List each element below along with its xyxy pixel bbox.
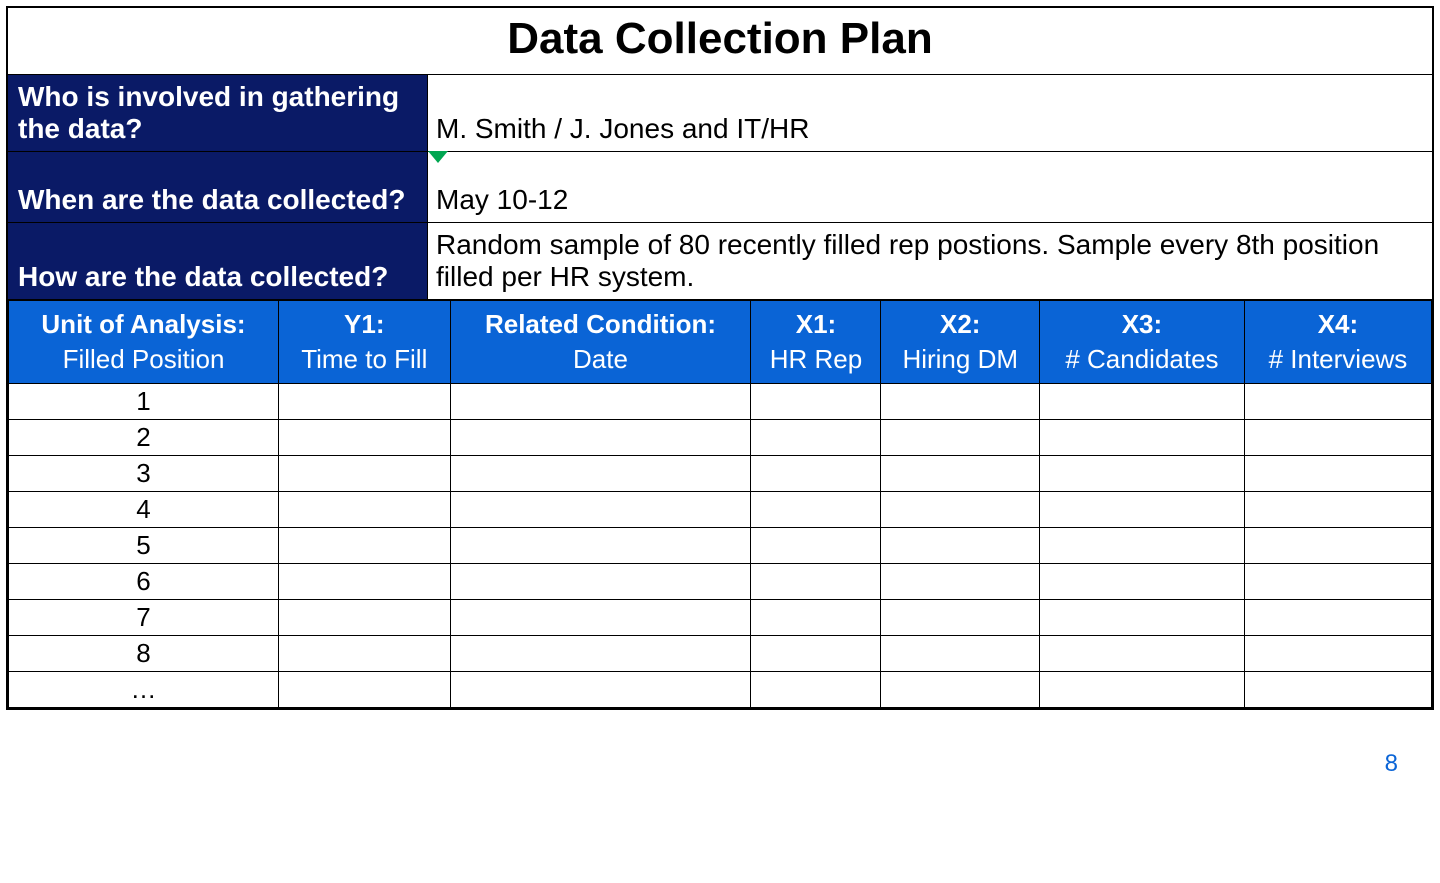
meta-row-how: How are the data collected? Random sampl… xyxy=(8,223,1432,300)
cell-empty xyxy=(279,528,451,564)
meta-row-when: When are the data collected? May 10-12 xyxy=(8,152,1432,223)
cell-empty xyxy=(450,528,751,564)
col-header-x2: X2:Hiring DM xyxy=(881,301,1040,384)
cell-empty xyxy=(279,420,451,456)
cell-empty xyxy=(751,384,881,420)
cell-empty xyxy=(279,636,451,672)
meta-label-who: Who is involved in gathering the data? xyxy=(8,75,428,151)
cell-empty xyxy=(881,384,1040,420)
col-header-condition: Related Condition:Date xyxy=(450,301,751,384)
meta-row-who: Who is involved in gathering the data? M… xyxy=(8,75,1432,152)
col-header-x3: X3:# Candidates xyxy=(1039,301,1244,384)
cell-empty xyxy=(450,564,751,600)
col-header-unit: Unit of Analysis:Filled Position xyxy=(9,301,279,384)
cell-empty xyxy=(881,600,1040,636)
cell-empty xyxy=(1244,528,1431,564)
cell-empty xyxy=(279,600,451,636)
table-row: 8 xyxy=(9,636,1432,672)
data-table: Unit of Analysis:Filled Position Y1:Time… xyxy=(8,300,1432,708)
cell-empty xyxy=(1039,600,1244,636)
cell-empty xyxy=(450,384,751,420)
cell-empty xyxy=(881,492,1040,528)
cell-empty xyxy=(1244,600,1431,636)
cell-empty xyxy=(450,456,751,492)
cell-empty xyxy=(450,420,751,456)
table-row: 2 xyxy=(9,420,1432,456)
cell-empty xyxy=(1039,636,1244,672)
page-number: 8 xyxy=(6,710,1434,788)
cell-empty xyxy=(450,492,751,528)
cell-empty xyxy=(1244,456,1431,492)
cell-empty xyxy=(881,456,1040,492)
cell-empty xyxy=(881,528,1040,564)
cell-empty xyxy=(1244,636,1431,672)
page-title: Data Collection Plan xyxy=(8,8,1432,75)
row-index: 8 xyxy=(9,636,279,672)
cell-empty xyxy=(279,564,451,600)
table-body: 12345678… xyxy=(9,384,1432,708)
meta-value-who: M. Smith / J. Jones and IT/HR xyxy=(428,75,1432,151)
cell-empty xyxy=(1039,564,1244,600)
cell-empty xyxy=(1244,492,1431,528)
col-header-x1: X1:HR Rep xyxy=(751,301,881,384)
meta-label-how: How are the data collected? xyxy=(8,223,428,299)
cell-indicator-icon xyxy=(428,151,448,163)
table-row: 4 xyxy=(9,492,1432,528)
cell-empty xyxy=(751,528,881,564)
cell-empty xyxy=(279,672,451,708)
meta-value-how: Random sample of 80 recently filled rep … xyxy=(428,223,1432,299)
data-collection-plan: Data Collection Plan Who is involved in … xyxy=(6,6,1434,710)
row-index: 5 xyxy=(9,528,279,564)
meta-value-when: May 10-12 xyxy=(428,152,1432,222)
cell-empty xyxy=(751,564,881,600)
cell-empty xyxy=(1244,420,1431,456)
cell-empty xyxy=(1039,384,1244,420)
cell-empty xyxy=(881,564,1040,600)
row-index: 3 xyxy=(9,456,279,492)
cell-empty xyxy=(881,636,1040,672)
cell-empty xyxy=(279,384,451,420)
cell-empty xyxy=(751,456,881,492)
cell-empty xyxy=(751,636,881,672)
cell-empty xyxy=(881,672,1040,708)
meta-label-when-text: When are the data collected? xyxy=(18,184,405,216)
cell-empty xyxy=(1244,384,1431,420)
col-header-y1: Y1:Time to Fill xyxy=(279,301,451,384)
cell-empty xyxy=(751,492,881,528)
cell-empty xyxy=(450,600,751,636)
table-row: 3 xyxy=(9,456,1432,492)
cell-empty xyxy=(1039,528,1244,564)
row-index: 4 xyxy=(9,492,279,528)
cell-empty xyxy=(279,492,451,528)
table-row: 5 xyxy=(9,528,1432,564)
col-header-x4: X4:# Interviews xyxy=(1244,301,1431,384)
row-index: … xyxy=(9,672,279,708)
table-row: 7 xyxy=(9,600,1432,636)
row-index: 1 xyxy=(9,384,279,420)
cell-empty xyxy=(751,420,881,456)
cell-empty xyxy=(1244,564,1431,600)
cell-empty xyxy=(450,672,751,708)
table-row: … xyxy=(9,672,1432,708)
cell-empty xyxy=(1039,492,1244,528)
cell-empty xyxy=(279,456,451,492)
row-index: 2 xyxy=(9,420,279,456)
cell-empty xyxy=(450,636,751,672)
cell-empty xyxy=(881,420,1040,456)
cell-empty xyxy=(751,672,881,708)
table-row: 1 xyxy=(9,384,1432,420)
table-row: 6 xyxy=(9,564,1432,600)
cell-empty xyxy=(1039,420,1244,456)
cell-empty xyxy=(1244,672,1431,708)
row-index: 6 xyxy=(9,564,279,600)
meta-label-when: When are the data collected? xyxy=(8,152,428,222)
cell-empty xyxy=(1039,672,1244,708)
row-index: 7 xyxy=(9,600,279,636)
cell-empty xyxy=(1039,456,1244,492)
table-header-row: Unit of Analysis:Filled Position Y1:Time… xyxy=(9,301,1432,384)
cell-empty xyxy=(751,600,881,636)
